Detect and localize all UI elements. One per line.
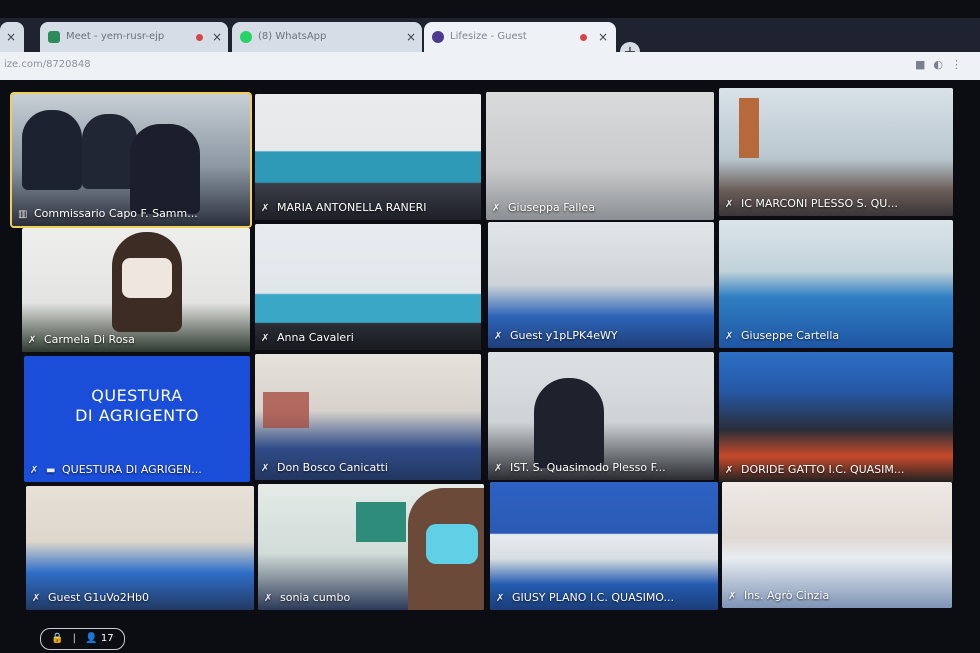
- person-silhouette: [534, 378, 604, 468]
- tab-title: (8) WhatsApp: [258, 31, 327, 42]
- video-tile[interactable]: ▥ Commissario Capo F. Samm...: [12, 94, 250, 226]
- mic-off-icon: ✗: [261, 203, 270, 214]
- close-icon[interactable]: ×: [598, 22, 608, 52]
- mic-off-icon: ✗: [494, 331, 503, 342]
- video-tile[interactable]: ✗ Giuseppe Cartella: [719, 220, 953, 348]
- video-tile[interactable]: ✗ MARIA ANTONELLA RANERI: [255, 94, 481, 220]
- lock-icon: 🔒: [51, 633, 64, 644]
- participant-name: ✗ Giuseppe Cartella: [725, 329, 840, 342]
- participant-name: ✗ Guest G1uVo2Hb0: [32, 591, 149, 604]
- mic-off-icon: ✗: [261, 463, 270, 474]
- door: [739, 98, 759, 158]
- close-icon[interactable]: ×: [6, 22, 16, 52]
- participant-name: ✗ Carmela Di Rosa: [28, 333, 135, 346]
- mic-off-icon: ✗: [264, 593, 273, 604]
- participant-name: ✗ IC MARCONI PLESSO S. QU...: [725, 197, 898, 210]
- face-mask: [426, 524, 478, 564]
- divider: |: [72, 633, 77, 644]
- video-tile[interactable]: ✗ Anna Cavaleri: [255, 224, 481, 350]
- participant-name: ▥ Commissario Capo F. Samm...: [18, 207, 198, 220]
- participant-name: ✗ sonia cumbo: [264, 591, 351, 604]
- wall-poster: [263, 392, 309, 428]
- mic-off-icon: ✗: [492, 203, 501, 214]
- video-tile[interactable]: ✗ DORIDE GATTO I.C. QUASIM...: [719, 352, 953, 482]
- placeholder-card: QUESTURA DI AGRIGENTO: [75, 386, 199, 425]
- participant-name: ✗ GIUSY PLANO I.C. QUASIMO...: [496, 591, 675, 604]
- video-tile[interactable]: ✗ IST. S. Quasimodo Plesso F...: [488, 352, 714, 480]
- participant-name: ✗ Ins. Agrò Cinzia: [728, 589, 830, 602]
- tab-bar: × Meet - yem-rusr-ejp × (8) WhatsApp × L…: [0, 18, 980, 62]
- extension-icons[interactable]: ■◐⋮: [915, 58, 970, 71]
- recording-dot-icon: [196, 34, 203, 41]
- face-mask: [122, 258, 172, 298]
- tab-title: Meet - yem-rusr-ejp: [66, 31, 165, 42]
- video-tile[interactable]: ✗ Ins. Agrò Cinzia: [722, 482, 952, 608]
- mic-off-icon: ✗: [28, 335, 37, 346]
- tab-meet[interactable]: Meet - yem-rusr-ejp ×: [40, 22, 228, 52]
- mic-off-icon: ✗: [30, 465, 39, 476]
- participant-name: ✗ DORIDE GATTO I.C. QUASIM...: [725, 463, 905, 476]
- participant-name: ✗ IST. S. Quasimodo Plesso F...: [494, 461, 666, 474]
- close-icon[interactable]: ×: [406, 22, 416, 52]
- video-off-icon: ▬: [46, 465, 56, 476]
- tab-lifesize[interactable]: Lifesize - Guest ×: [424, 22, 616, 52]
- people-icon: 👤: [85, 633, 98, 644]
- tab-partial[interactable]: ×: [0, 22, 24, 52]
- video-tile[interactable]: ✗ GIUSY PLANO I.C. QUASIMO...: [490, 482, 718, 610]
- participant-name: ✗ ▬ QUESTURA DI AGRIGEN...: [30, 463, 202, 476]
- mic-off-icon: ✗: [725, 199, 734, 210]
- tab-whatsapp[interactable]: (8) WhatsApp ×: [232, 22, 422, 52]
- person-silhouette: [22, 110, 82, 190]
- participants-count: 17: [100, 633, 114, 644]
- mic-off-icon: ✗: [725, 465, 734, 476]
- mic-off-icon: ✗: [32, 593, 41, 604]
- video-tile[interactable]: ✗ IC MARCONI PLESSO S. QU...: [719, 88, 953, 216]
- video-tile[interactable]: ✗ Don Bosco Canicatti: [255, 354, 481, 480]
- video-tile[interactable]: ✗ Giuseppa Fallea: [486, 92, 714, 220]
- person-silhouette: [130, 124, 200, 214]
- participant-name: ✗ Giuseppa Fallea: [492, 201, 595, 214]
- meet-favicon-icon: [48, 31, 60, 43]
- participant-name: ✗ MARIA ANTONELLA RANERI: [261, 201, 427, 214]
- mic-off-icon: ✗: [261, 333, 270, 344]
- participant-name: ✗ Guest y1pLPK4eWY: [494, 329, 618, 342]
- tab-title: Lifesize - Guest: [450, 31, 527, 42]
- participant-name: ✗ Anna Cavaleri: [261, 331, 354, 344]
- mic-off-icon: ✗: [496, 593, 505, 604]
- address-bar[interactable]: ize.com/8720848 ■◐⋮: [0, 52, 980, 80]
- video-tile[interactable]: ✗ Carmela Di Rosa: [22, 228, 250, 352]
- wall-poster: [356, 502, 406, 542]
- recording-dot-icon: [580, 34, 587, 41]
- video-tile[interactable]: QUESTURA DI AGRIGENTO ✗ ▬ QUESTURA DI AGRI…: [24, 356, 250, 482]
- video-tile[interactable]: ✗ Guest y1pLPK4eWY: [488, 222, 714, 348]
- mic-off-icon: ✗: [728, 591, 737, 602]
- video-tile[interactable]: ✗ sonia cumbo: [258, 484, 484, 610]
- mic-off-icon: ✗: [725, 331, 734, 342]
- lifesize-favicon-icon: [432, 31, 444, 43]
- mic-off-icon: ✗: [494, 463, 503, 474]
- person-silhouette: [82, 114, 137, 189]
- whatsapp-favicon-icon: [240, 31, 252, 43]
- mic-off-icon: ▥: [18, 209, 28, 220]
- video-tile[interactable]: ✗ Guest G1uVo2Hb0: [26, 486, 254, 610]
- meeting-status-pill[interactable]: 🔒 | 👤 17: [40, 628, 125, 650]
- url-text[interactable]: ize.com/8720848: [4, 59, 91, 70]
- close-icon[interactable]: ×: [212, 22, 222, 52]
- participant-name: ✗ Don Bosco Canicatti: [261, 461, 388, 474]
